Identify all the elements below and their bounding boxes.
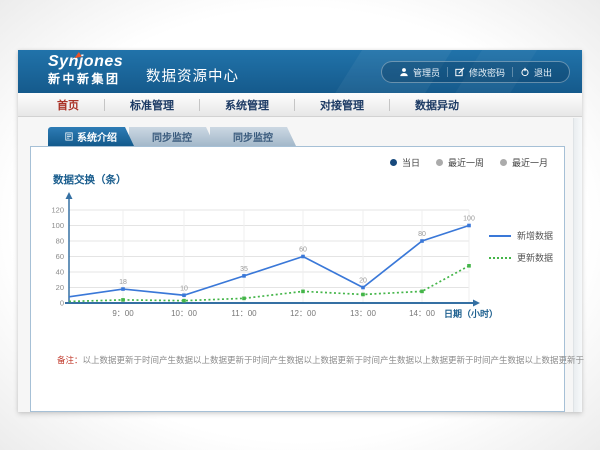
- radio-dot-icon: [500, 159, 507, 166]
- svg-text:14：00: 14：00: [409, 309, 435, 318]
- user-toolbar: 管理员 修改密码 退出: [381, 61, 570, 83]
- footnote-prefix: 备注：: [57, 355, 83, 365]
- legend-swatch-dotted-line: [489, 257, 511, 259]
- scrollbar[interactable]: [573, 118, 582, 412]
- tab-label: 同步监控: [152, 129, 192, 144]
- radio-last-week[interactable]: 最近一周: [436, 156, 484, 169]
- change-password-label: 修改密码: [469, 66, 505, 79]
- svg-text:0: 0: [60, 299, 64, 308]
- nav-item-standard-mgmt[interactable]: 标准管理: [105, 97, 199, 113]
- tab-label: 系统介绍: [77, 129, 117, 144]
- logout-label: 退出: [534, 66, 552, 79]
- edit-icon: [455, 67, 465, 77]
- page-background: Synjones 新中新集团 数据资源中心 管理员 修改密码 退出: [0, 0, 600, 450]
- legend-swatch-solid-line: [489, 235, 511, 237]
- svg-text:80: 80: [418, 231, 426, 238]
- radio-today[interactable]: 当日: [390, 156, 420, 169]
- svg-text:100: 100: [51, 221, 64, 230]
- radio-label: 最近一周: [448, 156, 484, 169]
- tab-sync-monitor-2[interactable]: 同步监控: [210, 127, 296, 146]
- page-title: 数据资源中心: [146, 65, 239, 86]
- brand-logo[interactable]: Synjones 新中新集团: [48, 54, 123, 85]
- svg-text:20: 20: [56, 283, 64, 292]
- app-header: Synjones 新中新集团 数据资源中心 管理员 修改密码 退出: [18, 50, 582, 93]
- svg-text:13：00: 13：00: [350, 309, 376, 318]
- tab-label: 同步监控: [233, 129, 273, 144]
- radio-label: 最近一月: [512, 156, 548, 169]
- svg-text:40: 40: [56, 268, 64, 277]
- tab-bar: 系统介绍 同步监控 同步监控: [48, 127, 296, 146]
- nav-item-integration-mgmt[interactable]: 对接管理: [295, 97, 389, 113]
- footnote: 备注：以上数据更新于时间产生数据以上数据更新于时间产生数据以上数据更新于时间产生…: [57, 354, 584, 366]
- svg-text:80: 80: [56, 237, 64, 246]
- radio-dot-icon: [436, 159, 443, 166]
- user-icon: [399, 67, 409, 77]
- change-password-button[interactable]: 修改密码: [448, 66, 512, 79]
- svg-text:20: 20: [359, 278, 367, 285]
- nav-item-data-change[interactable]: 数据异动: [390, 97, 484, 113]
- user-menu-button[interactable]: 管理员: [392, 66, 447, 79]
- chart-title: 数据交换（条）: [53, 172, 127, 187]
- nav-item-home[interactable]: 首页: [32, 97, 104, 113]
- user-label: 管理员: [413, 66, 440, 79]
- logo-subtext: 新中新集团: [48, 73, 123, 85]
- svg-text:60: 60: [299, 247, 307, 254]
- svg-text:100: 100: [463, 216, 475, 223]
- svg-text:9：00: 9：00: [112, 309, 134, 318]
- svg-text:10：00: 10：00: [171, 309, 197, 318]
- range-filter: 当日 最近一周 最近一月: [390, 156, 548, 169]
- tab-system-intro[interactable]: 系统介绍: [48, 127, 134, 146]
- svg-text:10: 10: [180, 285, 188, 292]
- logo-text: Synjones: [48, 54, 123, 70]
- radio-last-month[interactable]: 最近一月: [500, 156, 548, 169]
- radio-dot-icon: [390, 159, 397, 166]
- svg-text:12：00: 12：00: [290, 309, 316, 318]
- chart-panel: 当日 最近一周 最近一月 数据交换（条） 0 20 40 60 80 100 120 9：00…: [30, 146, 565, 412]
- radio-label: 当日: [402, 156, 420, 169]
- power-icon: [520, 67, 530, 77]
- svg-text:18: 18: [119, 279, 127, 286]
- footnote-text: 以上数据更新于时间产生数据以上数据更新于时间产生数据以上数据更新于时间产生数据以…: [83, 355, 585, 365]
- svg-text:日期（小时）: 日期（小时）: [444, 308, 498, 319]
- svg-text:120: 120: [51, 206, 64, 215]
- tab-sync-monitor-1[interactable]: 同步监控: [129, 127, 215, 146]
- app-window: Synjones 新中新集团 数据资源中心 管理员 修改密码 退出: [18, 50, 582, 412]
- svg-text:60: 60: [56, 252, 64, 261]
- legend-label: 更新数据: [517, 251, 553, 264]
- logout-button[interactable]: 退出: [513, 66, 559, 79]
- nav-item-system-mgmt[interactable]: 系统管理: [200, 97, 294, 113]
- legend-item-new-data[interactable]: 新增数据: [489, 229, 553, 242]
- chart-legend: 新增数据 更新数据: [489, 229, 553, 273]
- main-nav: 首页 标准管理 系统管理 对接管理 数据异动: [18, 93, 582, 117]
- legend-item-update-data[interactable]: 更新数据: [489, 251, 553, 264]
- svg-text:11：00: 11：00: [231, 309, 257, 318]
- document-icon: [65, 132, 73, 141]
- legend-label: 新增数据: [517, 229, 553, 242]
- svg-text:35: 35: [240, 266, 248, 273]
